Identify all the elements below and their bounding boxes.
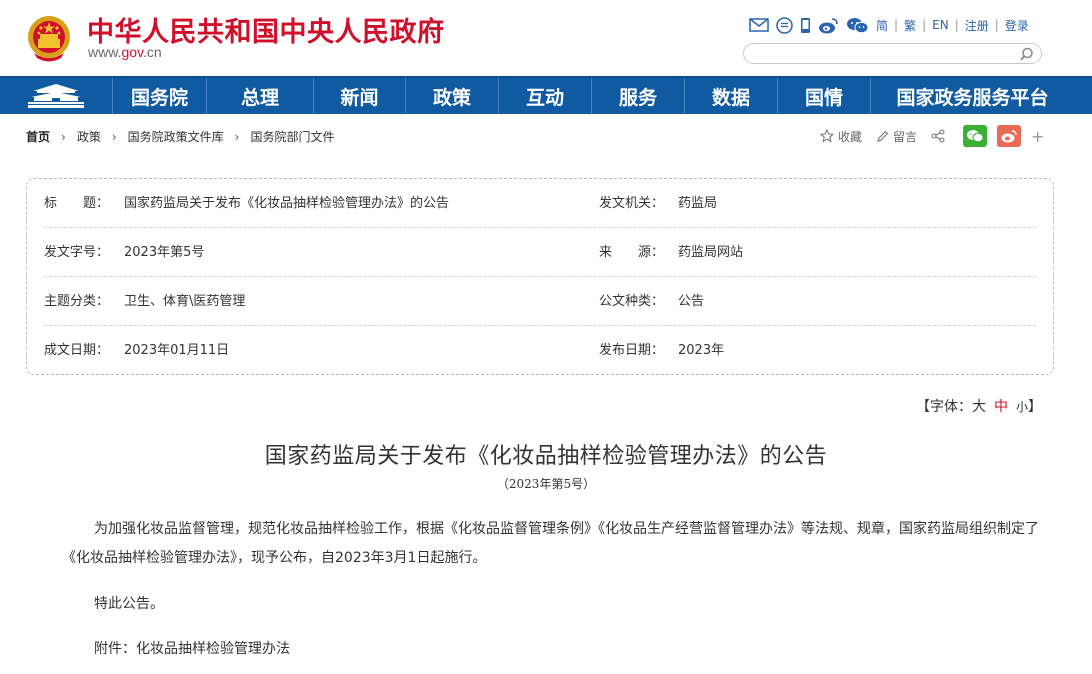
article-doc-number: （2023年第5号） — [496, 477, 596, 491]
message-icon[interactable] — [776, 15, 793, 35]
written-date-value: 2023年01月11日 — [124, 343, 230, 358]
source-value: 药监局网站 — [678, 245, 744, 260]
site-header: 中华人民共和国中央人民政府 www.gov.cn 简 | 繁 | EN | 注册… — [0, 0, 1092, 76]
separator: | — [894, 18, 899, 32]
doc-number-value: 2023年第5号 — [124, 245, 205, 260]
font-size-switcher: 【字体：大中小】 — [916, 396, 1042, 416]
written-date-label: 成文日期： — [44, 343, 110, 358]
chevron-right-icon: › — [234, 129, 240, 144]
nav-home-tiananmen-icon[interactable] — [0, 78, 112, 114]
url-suffix: .cn — [143, 44, 162, 60]
article-title: 国家药监局关于发布《化妆品抽样检验管理办法》的公告 — [264, 444, 828, 469]
search-icon[interactable] — [1019, 46, 1035, 62]
font-size-small-button[interactable]: 小 — [1016, 400, 1028, 414]
breadcrumb-policy[interactable]: 政策 — [77, 128, 101, 145]
site-url[interactable]: www.gov.cn — [88, 44, 162, 60]
publish-date-label: 发布日期： — [599, 343, 665, 358]
lang-en-link[interactable]: EN — [932, 18, 949, 32]
url-prefix: www. — [88, 44, 122, 60]
attachment-link[interactable]: 附件：化妆品抽样检验管理办法 — [94, 635, 1074, 664]
wechat-share-icon[interactable] — [963, 125, 988, 147]
register-link[interactable]: 注册 — [965, 17, 989, 34]
nav-item-gov-service-platform[interactable]: 国家政务服务平台 — [870, 78, 1074, 114]
nav-items: 国务院 总理 新闻 政策 互动 服务 数据 国情 国家政务服务平台 — [112, 78, 1074, 114]
weibo-share-icon[interactable] — [997, 125, 1022, 147]
publish-date-value: 2023年 — [678, 343, 725, 358]
login-link[interactable]: 登录 — [1005, 17, 1029, 34]
nav-item-policy[interactable]: 政策 — [405, 78, 498, 114]
breadcrumb-department-docs[interactable]: 国务院部门文件 — [250, 128, 334, 145]
separator: | — [954, 18, 959, 32]
font-size-large-button[interactable]: 大 — [972, 399, 986, 415]
search-input[interactable] — [754, 45, 1019, 65]
breadcrumb-policy-library[interactable]: 国务院政策文件库 — [128, 128, 224, 145]
info-row: 主题分类： 卫生、体育\医药管理 公文种类： 公告 — [44, 277, 1036, 326]
nav-item-state-council[interactable]: 国务院 — [112, 78, 206, 114]
nav-item-data[interactable]: 数据 — [684, 78, 777, 114]
article-paragraph: 为加强化妆品监督管理，规范化妆品抽样检验工作，根据《化妆品监督管理条例》《化妆品… — [62, 521, 1039, 566]
chevron-right-icon: › — [61, 129, 66, 144]
lang-traditional-link[interactable]: 繁 — [904, 17, 916, 34]
font-size-medium-button[interactable]: 中 — [994, 399, 1008, 415]
chevron-right-icon: › — [111, 129, 117, 144]
main-nav: 国务院 总理 新闻 政策 互动 服务 数据 国情 国家政务服务平台 — [0, 76, 1092, 114]
favorite-label: 收藏 — [838, 129, 863, 144]
url-gov: gov — [121, 44, 143, 60]
more-share-button[interactable]: + — [1031, 127, 1044, 146]
favorite-button[interactable]: 收藏 — [820, 128, 862, 145]
doc-type-label: 公文种类： — [599, 294, 665, 309]
document-info-table: 标 题： 国家药监局关于发布《化妆品抽样检验管理办法》的公告 发文机关： 药监局… — [26, 178, 1054, 375]
separator: | — [922, 18, 927, 32]
font-size-suffix: 】 — [1028, 399, 1043, 415]
mail-icon[interactable] — [749, 15, 769, 35]
comment-button[interactable]: 留言 — [876, 128, 917, 145]
nav-item-news[interactable]: 新闻 — [313, 78, 405, 114]
doc-type-value: 公告 — [678, 294, 705, 309]
title-value: 国家药监局关于发布《化妆品抽样检验管理办法》的公告 — [124, 196, 450, 211]
share-icon[interactable] — [931, 129, 949, 143]
topic-value: 卫生、体育\医药管理 — [124, 294, 246, 309]
issuer-value: 药监局 — [678, 196, 718, 211]
nav-item-services[interactable]: 服务 — [591, 78, 684, 114]
doc-number-label: 发文字号： — [44, 245, 110, 260]
breadcrumb: 首页 › 政策 › 国务院政策文件库 › 国务院部门文件 — [26, 128, 335, 145]
nav-item-interaction[interactable]: 互动 — [498, 78, 591, 114]
info-row: 标 题： 国家药监局关于发布《化妆品抽样检验管理办法》的公告 发文机关： 药监局 — [44, 179, 1036, 228]
mobile-icon[interactable] — [800, 15, 811, 35]
source-label: 来 源： — [599, 245, 665, 260]
search-box — [743, 43, 1042, 65]
breadcrumb-home[interactable]: 首页 — [26, 128, 50, 145]
share-toolbar: 收藏 留言 + — [820, 124, 1058, 148]
issuer-label: 发文机关： — [599, 196, 665, 211]
font-size-prefix: 【字体： — [916, 399, 972, 415]
wechat-icon[interactable] — [846, 15, 869, 35]
comment-label: 留言 — [893, 129, 918, 144]
title-label: 标 题： — [44, 196, 110, 211]
info-row: 成文日期： 2023年01月11日 发布日期： 2023年 — [44, 326, 1036, 375]
national-emblem-icon[interactable] — [26, 13, 72, 63]
separator: | — [994, 18, 999, 32]
article-paragraph: 特此公告。 — [94, 596, 164, 612]
pencil-icon — [877, 130, 889, 142]
nav-item-premier[interactable]: 总理 — [206, 78, 313, 114]
star-icon — [820, 129, 834, 143]
info-row: 发文字号： 2023年第5号 来 源： 药监局网站 — [44, 228, 1036, 277]
lang-simplified-link[interactable]: 简 — [876, 17, 888, 34]
weibo-icon[interactable] — [818, 15, 839, 35]
nav-item-national-info[interactable]: 国情 — [777, 78, 870, 114]
top-links: 简 | 繁 | EN | 注册 | 登录 — [749, 14, 1029, 36]
topic-label: 主题分类： — [44, 294, 110, 309]
